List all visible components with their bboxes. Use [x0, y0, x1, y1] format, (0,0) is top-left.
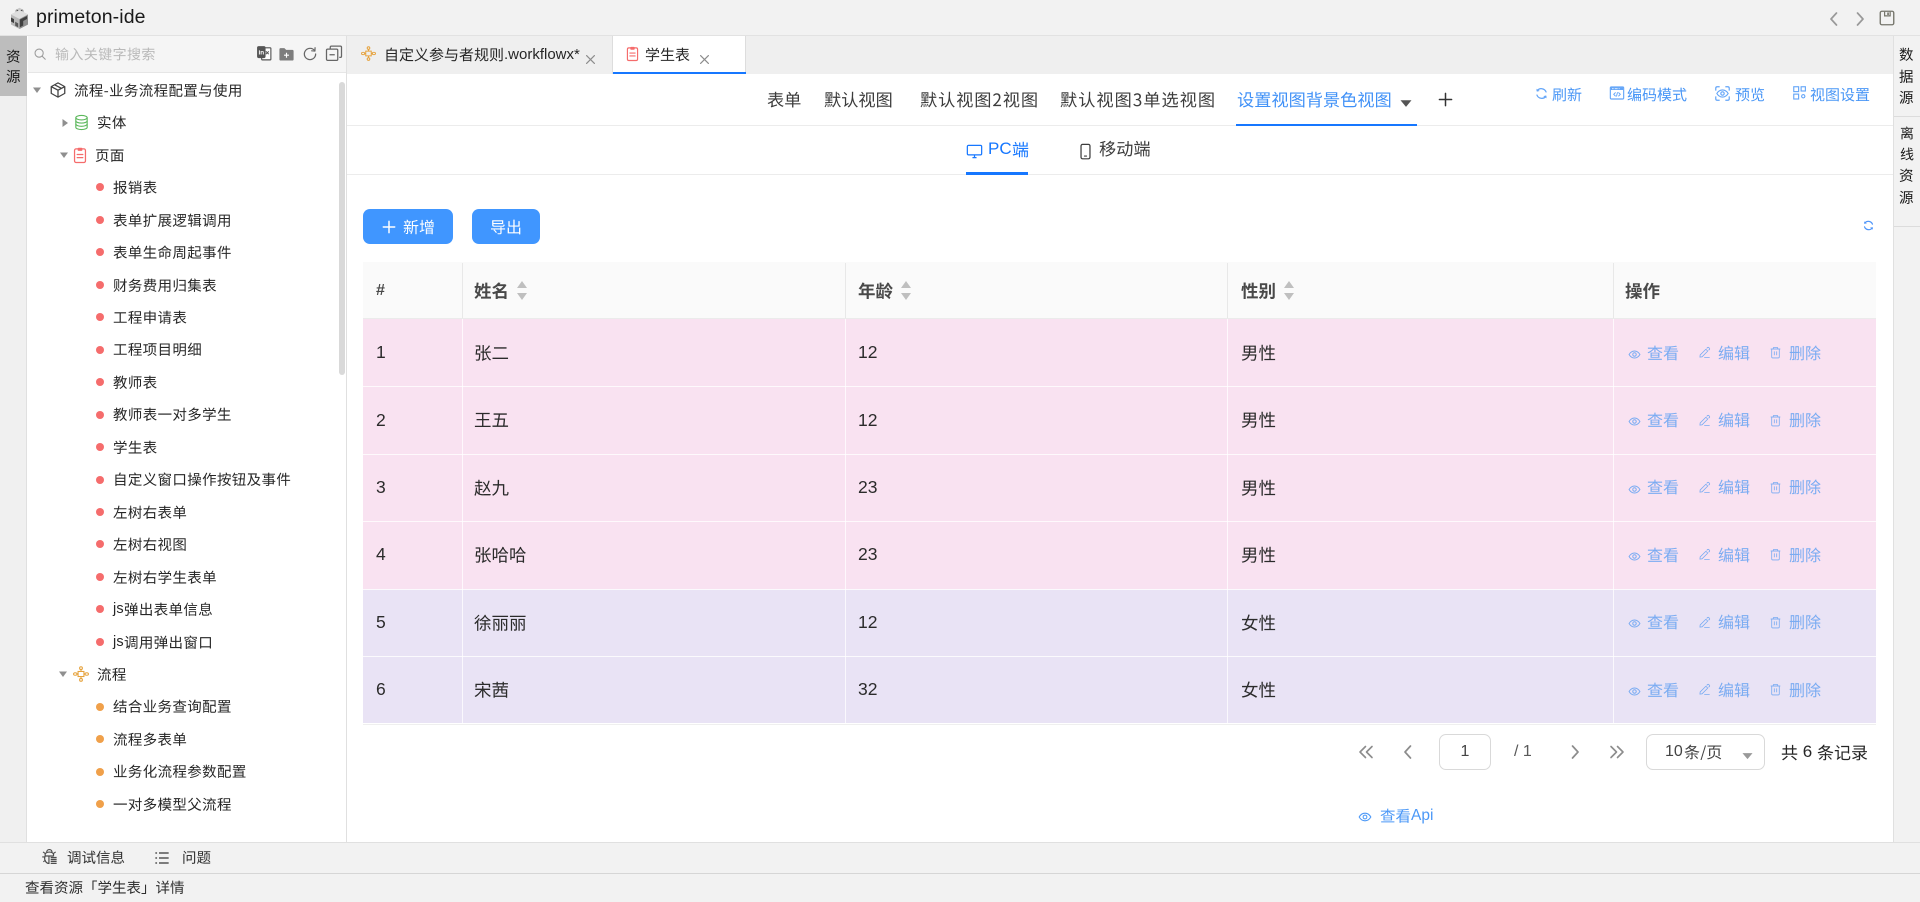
svg-text:in: in — [258, 50, 264, 57]
